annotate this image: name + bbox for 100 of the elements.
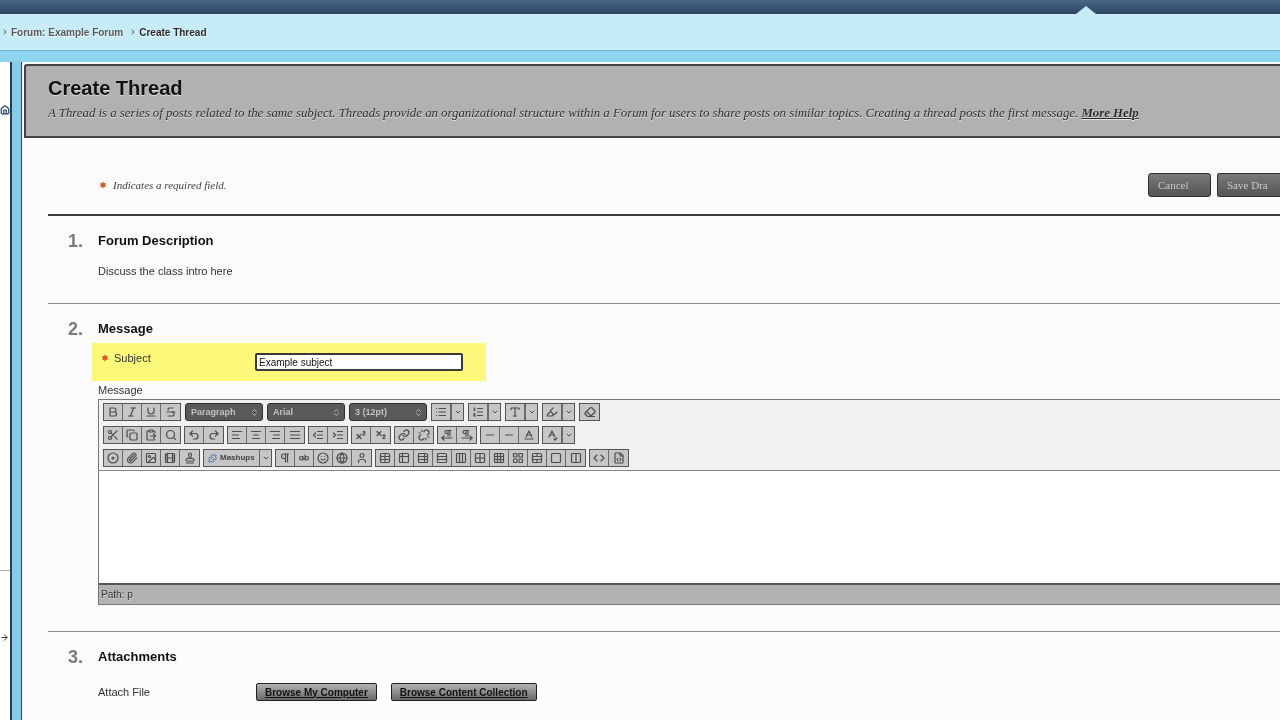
link-button[interactable] xyxy=(395,427,414,443)
section-number: 1. xyxy=(68,233,84,249)
align-justify-icon xyxy=(288,429,301,441)
breadcrumb-current[interactable]: Create Thread xyxy=(139,24,207,40)
updown-icon xyxy=(250,407,259,417)
highlighter-icon xyxy=(546,406,558,418)
format-dropdown[interactable]: 3 (12pt) xyxy=(349,403,427,421)
lowercase-button[interactable] xyxy=(295,450,314,466)
square-button[interactable] xyxy=(547,450,566,466)
rows-button[interactable] xyxy=(433,450,452,466)
globe-icon xyxy=(336,452,348,464)
cancel-button[interactable]: Cancel xyxy=(1148,173,1211,197)
grid-button[interactable] xyxy=(471,450,490,466)
save-draft-button[interactable]: Save Dra xyxy=(1217,173,1280,197)
table-properties-icon xyxy=(417,452,429,464)
grid-button[interactable] xyxy=(490,450,509,466)
numbered-list-icon xyxy=(472,406,484,418)
paste-icon xyxy=(145,429,157,441)
format-dropdown[interactable]: Arial xyxy=(267,403,345,421)
code-button[interactable] xyxy=(590,450,609,466)
merge-cells-button[interactable] xyxy=(528,450,547,466)
image-icon xyxy=(145,452,157,464)
pilcrow-right-icon xyxy=(460,429,473,441)
section-title: Message xyxy=(98,321,153,337)
text-color-icon xyxy=(509,406,521,418)
code-icon xyxy=(593,452,605,464)
superscript-icon xyxy=(355,429,367,441)
redo-icon xyxy=(207,429,220,441)
lowercase-icon xyxy=(298,452,310,464)
required-note: Indicates a required field. xyxy=(113,177,227,193)
highlighter-button[interactable] xyxy=(543,404,562,420)
chevron-icon xyxy=(1,28,9,36)
eraser-button[interactable] xyxy=(579,403,600,421)
page-title: Create Thread xyxy=(48,76,184,100)
indent-icon xyxy=(331,429,344,441)
outdent-icon xyxy=(312,429,324,441)
code-file-icon xyxy=(612,452,625,464)
updown-icon xyxy=(414,407,423,417)
pilcrow-icon xyxy=(279,452,291,464)
grid-icon xyxy=(474,452,486,464)
browse-button[interactable]: Browse My Computer xyxy=(256,683,377,701)
field-label: Attach File xyxy=(98,684,151,700)
caret-icon xyxy=(490,408,499,416)
baseline-icon xyxy=(522,429,535,441)
align-center-button[interactable] xyxy=(247,427,266,443)
smiley-button[interactable] xyxy=(314,450,333,466)
columns-button[interactable] xyxy=(452,450,471,466)
search-icon xyxy=(164,429,177,441)
align-right-button[interactable] xyxy=(266,427,285,443)
square-icon xyxy=(550,452,562,464)
rows-icon xyxy=(436,452,448,464)
film-button[interactable] xyxy=(161,450,180,466)
cut-icon xyxy=(107,429,119,441)
page-description: A Thread is a series of posts related to the same subject. Threads provide an organizational structure within a Forum for users to share posts on similar topics. Creating a thread posts the first message. More Help xyxy=(48,106,1140,120)
subscript-icon xyxy=(374,429,387,441)
image-button[interactable] xyxy=(142,450,161,466)
copy-button[interactable] xyxy=(123,427,142,443)
section-title: Forum Description xyxy=(98,233,214,249)
table-properties-button[interactable] xyxy=(414,450,433,466)
bullet-list-button[interactable] xyxy=(432,404,451,420)
link-icon xyxy=(398,429,410,441)
align-center-icon xyxy=(250,429,262,441)
align-left-button[interactable] xyxy=(228,427,247,443)
pilcrow-left-button[interactable] xyxy=(438,427,457,443)
italic-icon xyxy=(126,406,138,418)
globe-button[interactable] xyxy=(333,450,352,466)
strikethrough-icon xyxy=(164,406,177,418)
forum-description: Discuss the class intro here xyxy=(97,264,234,278)
caret-icon xyxy=(564,408,573,416)
table-button[interactable] xyxy=(376,450,395,466)
unlink-icon xyxy=(417,429,430,441)
user-icon xyxy=(355,452,368,464)
disc-button[interactable] xyxy=(104,450,123,466)
subject-input[interactable]: Example subject xyxy=(255,353,463,371)
updown-icon xyxy=(332,407,341,417)
format-dropdown[interactable]: Paragraph xyxy=(185,403,263,421)
merge-cells-icon xyxy=(531,452,543,464)
section-title: Attachments xyxy=(98,649,177,665)
undo-icon xyxy=(188,429,200,441)
spellcheck-icon xyxy=(546,429,558,441)
sidebar-toggle-bar[interactable] xyxy=(10,62,22,720)
editor-path: Path: p xyxy=(101,588,133,602)
pilcrow-left-icon xyxy=(441,429,453,441)
layout-grid-button[interactable] xyxy=(509,450,528,466)
required-icon xyxy=(98,180,108,190)
table-icon xyxy=(379,452,391,464)
underline-icon xyxy=(145,406,157,418)
disc-icon xyxy=(107,452,119,464)
breadcrumb-link[interactable]: Forum: Example Forum xyxy=(11,24,124,40)
layout-grid-icon xyxy=(512,452,524,464)
caret-icon xyxy=(453,408,462,416)
arrow-right-icon xyxy=(0,633,9,642)
align-right-icon xyxy=(269,429,281,441)
table-button[interactable] xyxy=(395,450,414,466)
more-help-link[interactable]: More Help xyxy=(1081,106,1139,120)
home-icon xyxy=(0,105,10,115)
paperclip-button[interactable] xyxy=(123,450,142,466)
browse-button[interactable]: Browse Content Collection xyxy=(390,683,537,701)
eraser-icon xyxy=(583,406,596,418)
grid-icon xyxy=(493,452,505,464)
